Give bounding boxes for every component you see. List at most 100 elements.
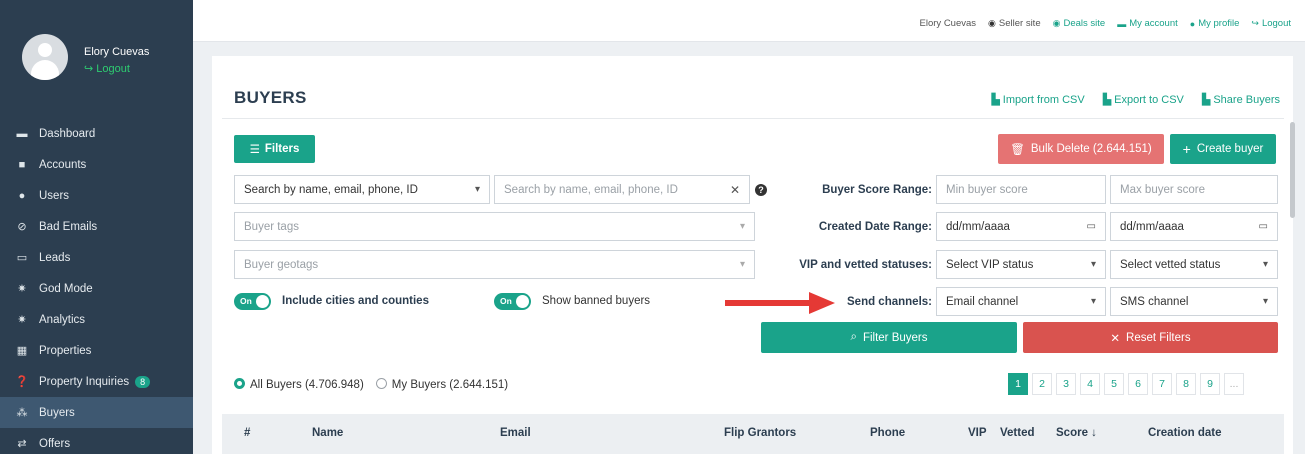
import-csv-link[interactable]: ▙ Import from CSV: [991, 93, 1084, 106]
sidebar-item-label: God Mode: [39, 282, 93, 295]
page-button[interactable]: 1: [1008, 373, 1028, 395]
show-banned-toggle[interactable]: On: [494, 293, 531, 310]
clear-icon[interactable]: ✕: [730, 183, 740, 197]
seller-site-link[interactable]: ◉ Seller site: [988, 18, 1041, 29]
send-channels-label: Send channels:: [847, 296, 932, 308]
my-account-label: My account: [1129, 18, 1178, 29]
sidebar-item-dashboard[interactable]: ▬ Dashboard: [0, 118, 193, 149]
share-file-icon: ▙: [1201, 94, 1211, 106]
create-buyer-button[interactable]: + Create buyer: [1170, 134, 1276, 164]
sidebar-item-label: Buyers: [39, 406, 75, 419]
page-button[interactable]: 8: [1176, 373, 1196, 395]
page-button[interactable]: 7: [1152, 373, 1172, 395]
bulk-delete-button[interactable]: 🗑 Bulk Delete (2.644.151): [998, 134, 1164, 164]
col-header-index: #: [244, 427, 251, 439]
sidebar-logout-link[interactable]: ↪ Logout: [84, 62, 130, 75]
filters-button[interactable]: ☰ Filters: [234, 135, 315, 163]
sidebar-item-analytics[interactable]: ✷ Analytics: [0, 304, 193, 335]
sidebar-item-buyers[interactable]: ⁂ Buyers: [0, 397, 193, 428]
my-buyers-radio[interactable]: My Buyers (2.644.151): [375, 378, 509, 391]
share-buyers-label: Share Buyers: [1213, 94, 1280, 106]
vetted-status-select[interactable]: Select vetted status ▾: [1110, 250, 1278, 279]
profile-block: Elory Cuevas ↪ Logout: [0, 0, 193, 108]
sidebar-item-label: Property Inquiries: [39, 375, 130, 388]
search-input[interactable]: Search by name, email, phone, ID ✕: [494, 175, 750, 204]
sidebar-nav: ▬ Dashboard ■ Accounts ● Users ⊘ Bad Emails …: [0, 118, 193, 454]
help-icon[interactable]: ?: [755, 184, 767, 196]
export-csv-link[interactable]: ▙ Export to CSV: [1103, 93, 1184, 106]
filter-buyers-button[interactable]: ⌕ Filter Buyers: [761, 322, 1017, 353]
page-button[interactable]: 3: [1056, 373, 1076, 395]
page-button[interactable]: 4: [1080, 373, 1100, 395]
top-logout-link[interactable]: ↪ Logout: [1251, 18, 1291, 29]
file-import-icon: ▙: [991, 94, 1000, 106]
max-score-placeholder: Max buyer score: [1120, 183, 1206, 196]
my-account-link[interactable]: ▬ My account: [1117, 18, 1178, 29]
calendar-icon[interactable]: ▭: [1087, 221, 1096, 232]
sidebar-item-users[interactable]: ● Users: [0, 180, 193, 211]
sidebar-item-bad-emails[interactable]: ⊘ Bad Emails: [0, 211, 193, 242]
top-logout-label: Logout: [1261, 18, 1291, 29]
col-header-score[interactable]: Score ↓: [1056, 427, 1097, 439]
date-to-input[interactable]: dd/mm/aaaa ▭: [1110, 212, 1278, 241]
header-actions: ▙ Import from CSV ▙ Export to CSV ▙ Share B…: [991, 93, 1280, 106]
search-by-value: Search by name, email, phone, ID: [244, 183, 418, 196]
sms-channel-select[interactable]: SMS channel ▾: [1110, 287, 1278, 316]
col-header-vip[interactable]: VIP: [968, 427, 987, 439]
page-button[interactable]: 2: [1032, 373, 1052, 395]
sidebar-item-accounts[interactable]: ■ Accounts: [0, 149, 193, 180]
header-divider: [222, 118, 1284, 119]
page-button[interactable]: 9: [1200, 373, 1220, 395]
search-placeholder: Search by name, email, phone, ID: [504, 183, 678, 196]
inquiries-count-badge: 8: [135, 375, 151, 388]
col-header-phone[interactable]: Phone: [870, 427, 905, 439]
search-icon: ⌕: [850, 331, 857, 343]
sidebar-item-god-mode[interactable]: ✷ God Mode: [0, 273, 193, 304]
gear-icon: ✷: [17, 314, 27, 326]
all-buyers-radio[interactable]: All Buyers (4.706.948): [234, 378, 364, 391]
my-profile-link[interactable]: ● My profile: [1190, 18, 1240, 29]
page-scrollbar[interactable]: [1290, 122, 1295, 218]
sidebar-item-properties[interactable]: ▦ Properties: [0, 335, 193, 366]
search-by-select[interactable]: Search by name, email, phone, ID ▾: [234, 175, 490, 204]
col-header-flip-grantors[interactable]: Flip Grantors: [724, 427, 796, 439]
share-buyers-link[interactable]: ▙ Share Buyers: [1202, 93, 1280, 106]
sidebar-item-property-inquiries[interactable]: ❓ Property Inquiries 8: [0, 366, 193, 397]
col-header-name[interactable]: Name: [312, 427, 343, 439]
vetted-status-value: Select vetted status: [1120, 258, 1221, 271]
bulk-delete-label: Bulk Delete (2.644.151): [1030, 143, 1152, 155]
reset-filters-button[interactable]: ✕ Reset Filters: [1023, 322, 1278, 353]
all-buyers-label: All Buyers (4.706.948): [250, 379, 364, 391]
handshake-icon: ⇄: [17, 438, 27, 450]
max-score-input[interactable]: Max buyer score: [1110, 175, 1278, 204]
my-buyers-label: My Buyers (2.644.151): [391, 379, 509, 391]
date-from-input[interactable]: dd/mm/aaaa ▭: [936, 212, 1106, 241]
buyer-tags-placeholder: Buyer tags: [244, 220, 299, 233]
page-button[interactable]: 6: [1128, 373, 1148, 395]
page-button[interactable]: 5: [1104, 373, 1124, 395]
table-header: # Name Email Flip Grantors Phone VIP Vet…: [222, 414, 1284, 454]
sidebar-item-leads[interactable]: ▭ Leads: [0, 242, 193, 273]
buyer-geotags-select[interactable]: Buyer geotags ▾: [234, 250, 755, 279]
vip-status-value: Select VIP status: [946, 258, 1034, 271]
sms-channel-value: SMS channel: [1120, 295, 1189, 308]
col-header-vetted[interactable]: Vetted: [1000, 427, 1035, 439]
col-header-email[interactable]: Email: [500, 427, 531, 439]
vip-status-select[interactable]: Select VIP status ▾: [936, 250, 1106, 279]
sidebar-item-offers[interactable]: ⇄ Offers: [0, 428, 193, 454]
include-cities-toggle[interactable]: On: [234, 293, 271, 310]
calendar-icon[interactable]: ▭: [1259, 221, 1268, 232]
deals-site-link[interactable]: ◉ Deals site: [1053, 18, 1106, 29]
close-icon: ✕: [1110, 332, 1121, 345]
vip-vetted-label: VIP and vetted statuses:: [799, 259, 932, 271]
email-channel-select[interactable]: Email channel ▾: [936, 287, 1106, 316]
min-score-input[interactable]: Min buyer score: [936, 175, 1106, 204]
my-profile-label: My profile: [1198, 18, 1240, 29]
list-icon: ☰: [249, 144, 260, 156]
buyer-tags-select[interactable]: Buyer tags ▾: [234, 212, 755, 241]
sidebar-item-label: Users: [39, 189, 70, 202]
user-icon: ●: [18, 189, 26, 202]
col-header-creation-date[interactable]: Creation date: [1148, 427, 1222, 439]
chevron-down-icon: ▾: [739, 259, 745, 270]
globe-icon: ◉: [988, 18, 996, 28]
